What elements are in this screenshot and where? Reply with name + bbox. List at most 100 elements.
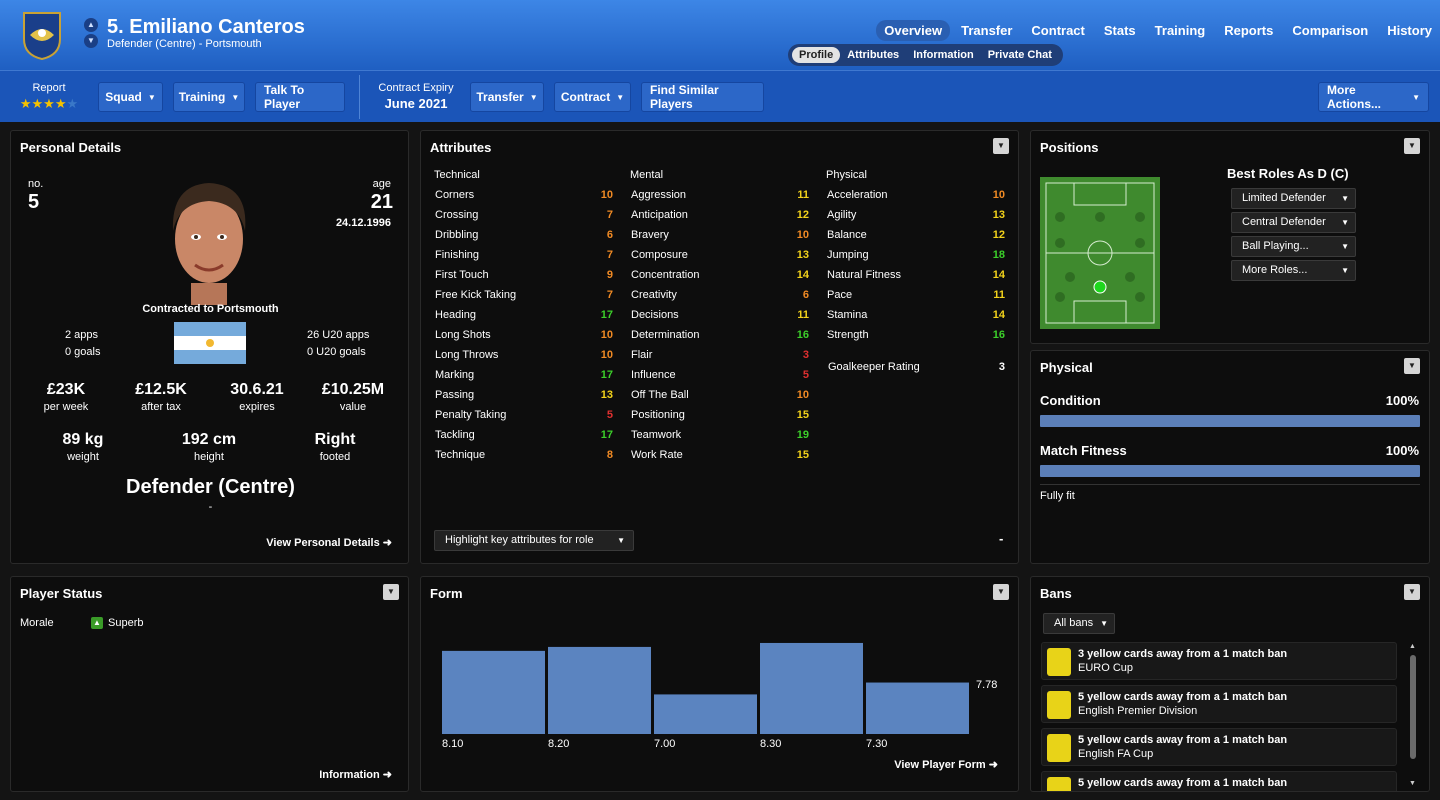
- preferred-foot: Right: [314, 431, 356, 448]
- talk-to-player-button[interactable]: Talk To Player: [255, 82, 345, 112]
- height: 192 cm: [181, 431, 237, 448]
- personal-details-panel: Personal Details no. 5 age 21 24.12.1996…: [10, 130, 409, 564]
- squad-button[interactable]: Squad ▼: [98, 82, 163, 112]
- form-bar[interactable]: [654, 694, 757, 734]
- attribute-value: 7: [606, 209, 613, 221]
- subtab-attributes[interactable]: Attributes: [840, 47, 906, 63]
- attribute-value: 10: [600, 349, 613, 361]
- contract-button[interactable]: Contract ▼: [554, 82, 631, 112]
- form-bar[interactable]: [760, 642, 863, 734]
- panel-menu-button[interactable]: ▼: [1404, 584, 1420, 600]
- pitch-positions-map[interactable]: [1040, 177, 1160, 329]
- attribute-label: Concentration: [631, 269, 700, 281]
- role-more-roles[interactable]: More Roles... ▼: [1231, 260, 1356, 281]
- training-button[interactable]: Training ▼: [173, 82, 245, 112]
- condition-label: Condition: [1040, 393, 1101, 408]
- scroll-up-icon[interactable]: ▲: [1409, 643, 1416, 650]
- chevron-down-icon: ▼: [529, 92, 538, 102]
- panel-menu-button[interactable]: ▼: [1404, 358, 1420, 374]
- ban-item[interactable]: 5 yellow cards away from a 1 match ban: [1041, 771, 1397, 791]
- contract-expiry-label: Contract Expiry: [378, 82, 454, 94]
- goals: 0 goals: [65, 346, 101, 358]
- highlight-attributes-dropdown[interactable]: Highlight key attributes for role ▼: [434, 530, 634, 551]
- information-link[interactable]: Information ➜: [319, 768, 392, 781]
- subtab-profile[interactable]: Profile: [792, 47, 841, 63]
- scrollbar-thumb[interactable]: [1410, 655, 1416, 759]
- tab-contract[interactable]: Contract: [1023, 20, 1092, 41]
- ban-item[interactable]: 3 yellow cards away from a 1 match ban E…: [1041, 642, 1397, 680]
- attribute-label: Aggression: [631, 189, 687, 201]
- match-fitness-bar: [1040, 465, 1420, 477]
- attribute-value: 7: [606, 289, 613, 301]
- form-bar-label: 7.00: [654, 738, 675, 750]
- more-actions-button[interactable]: More Actions... ▼: [1318, 82, 1429, 112]
- match-fitness-label: Match Fitness: [1040, 443, 1127, 458]
- role-central-defender[interactable]: Central Defender ▼: [1231, 212, 1356, 233]
- subtab-information[interactable]: Information: [906, 47, 981, 63]
- tab-reports[interactable]: Reports: [1216, 20, 1281, 41]
- role-limited-defender[interactable]: Limited Defender ▼: [1231, 188, 1356, 209]
- tab-stats[interactable]: Stats: [1096, 20, 1144, 41]
- tab-comparison[interactable]: Comparison: [1284, 20, 1376, 41]
- shirt-number-label: no.: [28, 178, 44, 190]
- scroll-down-icon[interactable]: ▼: [1409, 780, 1416, 787]
- attribute-value: 5: [802, 369, 809, 381]
- technical-header: Technical: [434, 169, 480, 181]
- find-similar-players-button[interactable]: Find Similar Players: [641, 82, 764, 112]
- tab-transfer[interactable]: Transfer: [953, 20, 1020, 41]
- attribute-label: Tackling: [435, 429, 475, 441]
- form-bar[interactable]: [866, 682, 969, 734]
- view-personal-details-link[interactable]: View Personal Details ➜: [266, 536, 392, 549]
- view-player-form-link[interactable]: View Player Form ➜: [894, 758, 998, 771]
- attribute-value: 15: [796, 409, 809, 421]
- attribute-label: First Touch: [435, 269, 489, 281]
- panel-title: Physical: [1040, 360, 1093, 375]
- chevron-down-icon: ▼: [1341, 266, 1349, 275]
- form-bar[interactable]: [548, 646, 651, 734]
- previous-player-button[interactable]: ▲: [84, 18, 98, 32]
- condition-bar: [1040, 415, 1420, 427]
- attribute-label: Decisions: [631, 309, 679, 321]
- player-subtitle: Defender (Centre) - Portsmouth: [107, 38, 262, 50]
- role-ball-playing[interactable]: Ball Playing... ▼: [1231, 236, 1356, 257]
- chevron-down-icon: ▼: [231, 92, 240, 102]
- chevron-down-icon: ▼: [1341, 194, 1349, 203]
- next-player-button[interactable]: ▼: [84, 34, 98, 48]
- ban-item[interactable]: 5 yellow cards away from a 1 match ban E…: [1041, 728, 1397, 766]
- chevron-down-icon: ▼: [1100, 619, 1108, 628]
- report-stars-icon[interactable]: ★★★★★: [14, 96, 84, 112]
- player-status-panel: Player Status ▼ Morale ▲ Superb Informat…: [10, 576, 409, 792]
- form-bar[interactable]: [442, 650, 545, 734]
- ban-item[interactable]: 5 yellow cards away from a 1 match ban E…: [1041, 685, 1397, 723]
- u20-apps: 26 U20 apps: [307, 329, 370, 341]
- morale-value: Superb: [108, 617, 144, 629]
- after-tax-label: after tax: [141, 401, 181, 413]
- panel-menu-button[interactable]: ▼: [993, 138, 1009, 154]
- best-roles-title: Best Roles As D (C): [1227, 166, 1349, 181]
- attribute-value: 16: [992, 329, 1005, 341]
- subtab-private-chat[interactable]: Private Chat: [981, 47, 1059, 63]
- foot-label: footed: [319, 451, 351, 463]
- tab-training[interactable]: Training: [1147, 20, 1214, 41]
- attribute-value: 6: [802, 289, 809, 301]
- physical-header: Physical: [826, 169, 867, 181]
- attribute-label: Composure: [631, 249, 688, 261]
- transfer-button[interactable]: Transfer ▼: [470, 82, 544, 112]
- panel-menu-button[interactable]: ▼: [383, 584, 399, 600]
- panel-menu-button[interactable]: ▼: [1404, 138, 1420, 154]
- attribute-label: Strength: [827, 329, 869, 341]
- attribute-label: Agility: [827, 209, 857, 221]
- form-bar-label: 8.10: [442, 738, 463, 750]
- attributes-panel: Attributes ▼ Technical Mental Physical C…: [420, 130, 1019, 564]
- match-fitness-value: 100%: [1385, 443, 1419, 458]
- form-bar-label: 8.30: [760, 738, 781, 750]
- tab-history[interactable]: History: [1379, 20, 1440, 41]
- attribute-value: 10: [796, 229, 809, 241]
- expires-label: expires: [239, 401, 275, 413]
- bans-filter-dropdown[interactable]: All bans ▼: [1043, 613, 1115, 634]
- attribute-label: Off The Ball: [631, 389, 689, 401]
- tab-overview[interactable]: Overview: [876, 20, 951, 41]
- height-label: height: [194, 451, 224, 463]
- attribute-label: Free Kick Taking: [435, 289, 517, 301]
- attribute-label: Corners: [435, 189, 475, 201]
